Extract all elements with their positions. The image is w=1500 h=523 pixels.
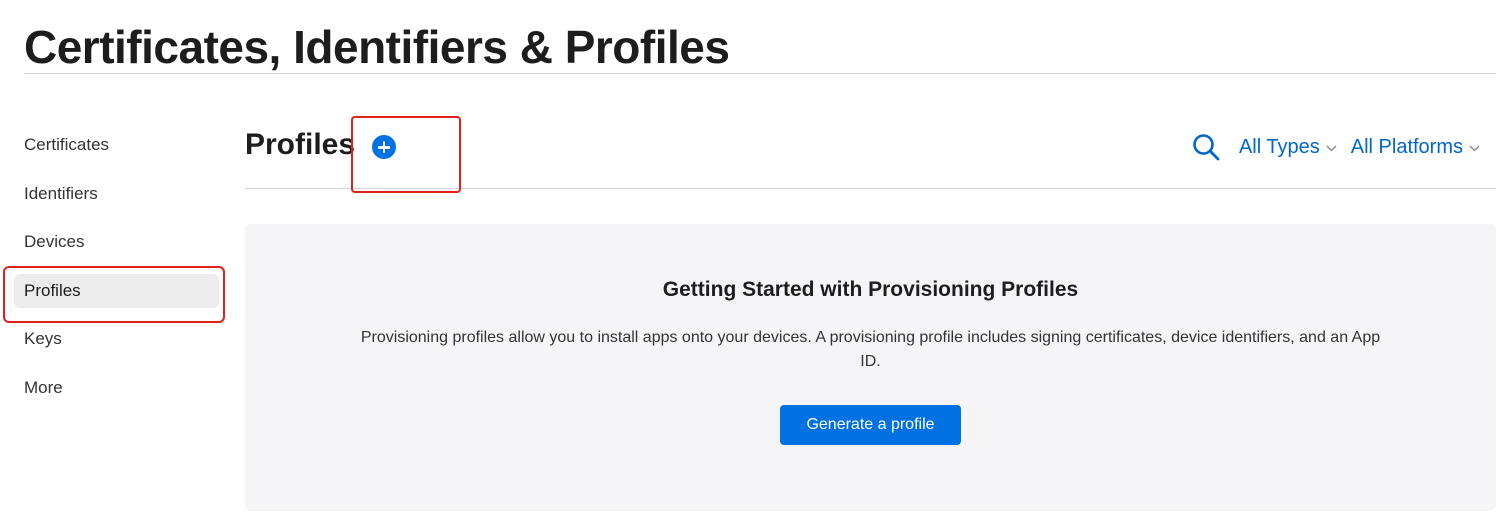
add-profile-button[interactable] xyxy=(372,135,396,159)
getting-started-card: Getting Started with Provisioning Profil… xyxy=(245,224,1496,511)
sidebar-item-certificates[interactable]: Certificates xyxy=(14,128,219,162)
all-platforms-label: All Platforms xyxy=(1350,135,1463,158)
header-divider xyxy=(245,188,1496,189)
all-types-filter[interactable]: All Types xyxy=(1239,136,1337,159)
chevron-down-icon xyxy=(1326,145,1337,151)
section-header: Profiles All Types All Platforms xyxy=(245,126,1496,166)
page: Certificates, Identifiers & Profiles Cer… xyxy=(0,0,1500,523)
generate-profile-button[interactable]: Generate a profile xyxy=(780,405,961,445)
sidebar: Certificates Identifiers Devices Profile… xyxy=(14,128,219,419)
filter-bar: All Types All Platforms xyxy=(1191,132,1480,162)
all-platforms-filter[interactable]: All Platforms xyxy=(1351,136,1480,159)
title-divider xyxy=(24,73,1496,74)
card-title: Getting Started with Provisioning Profil… xyxy=(662,278,1079,301)
sidebar-item-profiles[interactable]: Profiles xyxy=(14,273,219,308)
sidebar-item-identifiers[interactable]: Identifiers xyxy=(14,177,219,211)
sidebar-item-keys[interactable]: Keys xyxy=(14,322,219,356)
chevron-down-icon xyxy=(1469,145,1480,151)
search-icon[interactable] xyxy=(1191,132,1221,162)
card-description: Provisioning profiles allow you to insta… xyxy=(360,329,1381,370)
sidebar-item-devices[interactable]: Devices xyxy=(14,225,219,259)
sidebar-item-more[interactable]: More xyxy=(14,371,219,405)
all-types-label: All Types xyxy=(1238,135,1320,158)
page-title: Certificates, Identifiers & Profiles xyxy=(24,21,730,73)
section-title: Profiles xyxy=(245,128,356,161)
